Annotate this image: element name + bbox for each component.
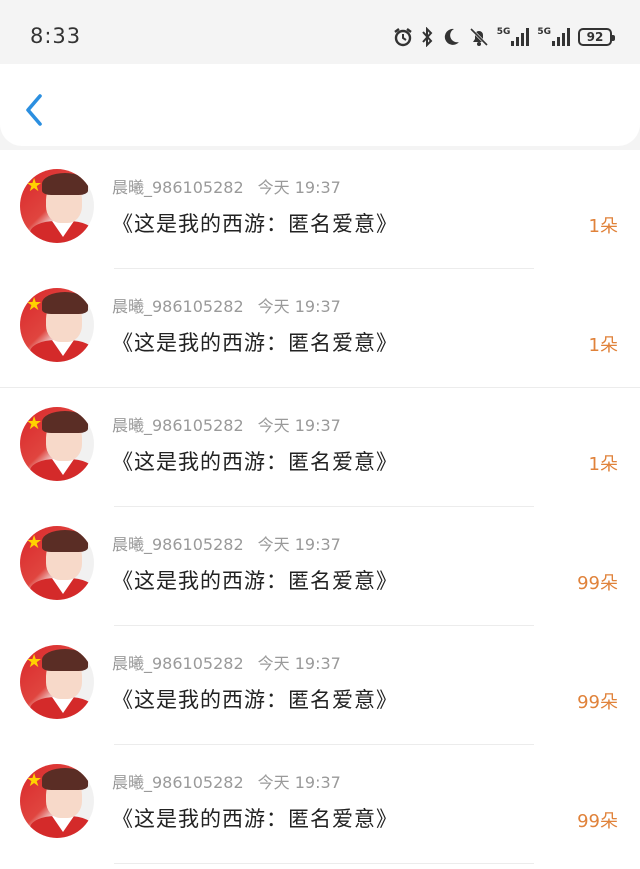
list-item[interactable]: ★ 晨曦_986105282 今天 19:37 《这是我的西游：匿名爱意》 1朵 bbox=[0, 269, 640, 388]
signal-2-icon: 5G bbox=[537, 28, 570, 46]
username[interactable]: 晨曦_986105282 bbox=[112, 416, 244, 435]
username[interactable]: 晨曦_986105282 bbox=[112, 773, 244, 792]
battery-indicator: 92 bbox=[578, 28, 615, 46]
list-item[interactable]: ★ 晨曦_986105282 今天 19:37 《这是我的西游：匿名爱意》 99朵 bbox=[0, 507, 640, 626]
divider bbox=[114, 863, 534, 864]
avatar[interactable]: ★ bbox=[20, 764, 94, 838]
timestamp: 今天 19:37 bbox=[257, 773, 341, 792]
avatar[interactable]: ★ bbox=[20, 645, 94, 719]
list-item[interactable]: ★ 晨曦_986105282 今天 19:37 《这是我的西游：匿名爱意》 99朵 bbox=[0, 626, 640, 745]
back-button[interactable] bbox=[22, 92, 52, 126]
book-title[interactable]: 《这是我的西游：匿名爱意》 bbox=[112, 327, 398, 357]
list-item[interactable]: ★ 晨曦_986105282 今天 19:37 《这是我的西游：匿名爱意》 1朵 bbox=[0, 388, 640, 507]
gift-count: 1朵 bbox=[588, 216, 618, 237]
alarm-icon bbox=[393, 27, 413, 47]
signal-1-icon: 5G bbox=[497, 28, 530, 46]
username[interactable]: 晨曦_986105282 bbox=[112, 297, 244, 316]
username[interactable]: 晨曦_986105282 bbox=[112, 178, 244, 197]
status-icons: 5G 5G 92 bbox=[393, 22, 615, 52]
gift-count: 99朵 bbox=[577, 811, 618, 832]
book-title[interactable]: 《这是我的西游：匿名爱意》 bbox=[112, 208, 398, 238]
gift-count: 99朵 bbox=[577, 692, 618, 713]
timestamp: 今天 19:37 bbox=[257, 535, 341, 554]
book-title[interactable]: 《这是我的西游：匿名爱意》 bbox=[112, 446, 398, 476]
avatar[interactable]: ★ bbox=[20, 407, 94, 481]
gift-count: 99朵 bbox=[577, 573, 618, 594]
timestamp: 今天 19:37 bbox=[257, 297, 341, 316]
avatar[interactable]: ★ bbox=[20, 288, 94, 362]
book-title[interactable]: 《这是我的西游：匿名爱意》 bbox=[112, 803, 398, 833]
bluetooth-icon bbox=[421, 27, 433, 47]
status-time: 8:33 bbox=[30, 24, 82, 48]
chevron-left-icon bbox=[26, 94, 42, 126]
username[interactable]: 晨曦_986105282 bbox=[112, 654, 244, 673]
avatar[interactable]: ★ bbox=[20, 169, 94, 243]
list-item[interactable]: ★ 晨曦_986105282 今天 19:37 《这是我的西游：匿名爱意》 1朵 bbox=[0, 150, 640, 269]
gift-record-list: ★ 晨曦_986105282 今天 19:37 《这是我的西游：匿名爱意》 1朵 … bbox=[0, 150, 640, 869]
gift-count: 1朵 bbox=[588, 454, 618, 475]
list-item[interactable]: ★ 晨曦_986105282 今天 19:37 《这是我的西游：匿名爱意》 99朵 bbox=[0, 745, 640, 864]
avatar[interactable]: ★ bbox=[20, 526, 94, 600]
username[interactable]: 晨曦_986105282 bbox=[112, 535, 244, 554]
timestamp: 今天 19:37 bbox=[257, 654, 341, 673]
mute-bell-icon bbox=[469, 27, 489, 47]
book-title[interactable]: 《这是我的西游：匿名爱意》 bbox=[112, 684, 398, 714]
gift-count: 1朵 bbox=[588, 335, 618, 356]
moon-icon bbox=[441, 27, 461, 47]
header-bar bbox=[0, 64, 640, 146]
book-title[interactable]: 《这是我的西游：匿名爱意》 bbox=[112, 565, 398, 595]
timestamp: 今天 19:37 bbox=[257, 416, 341, 435]
timestamp: 今天 19:37 bbox=[257, 178, 341, 197]
